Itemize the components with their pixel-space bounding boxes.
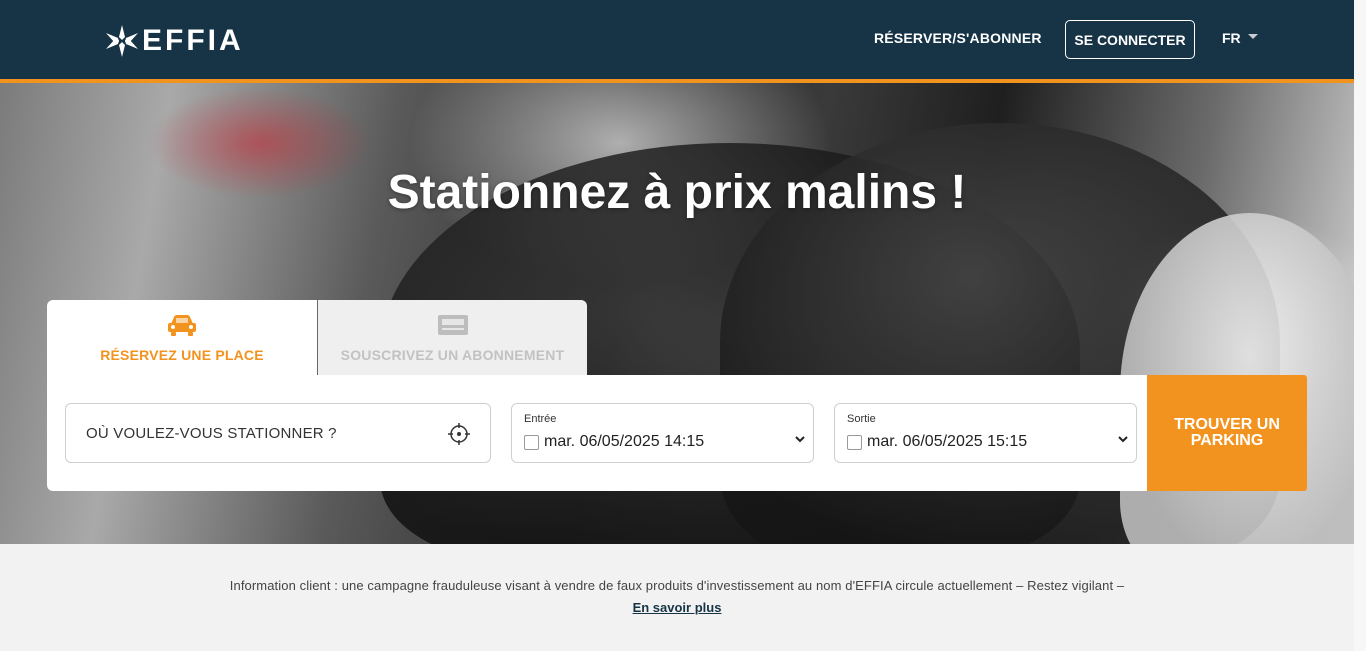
exit-datetime-select[interactable]: Sortie mar. 06/05/2025 15:15 <box>834 403 1137 463</box>
learn-more-link[interactable]: En savoir plus <box>633 600 722 615</box>
location-input[interactable] <box>86 424 446 442</box>
language-selector[interactable]: FR <box>1222 30 1258 46</box>
exit-label: Sortie <box>847 413 876 425</box>
tab-reserve-label: RÉSERVEZ UNE PLACE <box>100 347 264 363</box>
subscription-card-icon <box>437 315 468 335</box>
find-parking-label: TROUVER UN PARKING <box>1174 416 1280 449</box>
tab-reserve-place[interactable]: RÉSERVEZ UNE PLACE <box>47 300 317 375</box>
language-label: FR <box>1222 30 1241 46</box>
exit-value-row: mar. 06/05/2025 15:15 <box>847 433 1027 451</box>
calendar-icon <box>524 434 539 450</box>
entry-value-row: mar. 06/05/2025 14:15 <box>524 433 704 451</box>
nav-reserve-subscribe-link[interactable]: RÉSERVER/S'ABONNER <box>874 30 1042 46</box>
info-link-container: En savoir plus <box>0 599 1354 617</box>
geolocation-target-icon[interactable] <box>448 423 470 445</box>
car-icon <box>168 315 196 336</box>
site-header: EFFIA RÉSERVER/S'ABONNER SE CONNECTER FR <box>0 0 1354 79</box>
hero-title: Stationnez à prix malins ! <box>387 166 967 219</box>
entry-datetime-value: mar. 06/05/2025 14:15 <box>544 433 705 450</box>
tab-subscription-label: SOUSCRIVEZ UN ABONNEMENT <box>340 347 565 363</box>
tab-subscription[interactable]: SOUSCRIVEZ UN ABONNEMENT <box>318 300 587 375</box>
chevron-down-icon <box>1118 436 1128 443</box>
fraud-info-text: Information client : une campagne fraudu… <box>229 578 1125 593</box>
entry-datetime-select[interactable]: Entrée mar. 06/05/2025 14:15 <box>511 403 814 463</box>
star-logo-icon <box>106 25 138 57</box>
find-parking-button[interactable]: TROUVER UN PARKING <box>1147 375 1307 491</box>
login-button[interactable]: SE CONNECTER <box>1065 20 1195 59</box>
entry-label: Entrée <box>524 413 557 425</box>
chevron-down-icon <box>795 436 805 443</box>
page-scrollbar[interactable] <box>1354 0 1366 651</box>
effia-logo[interactable]: EFFIA <box>104 24 244 58</box>
caret-down-icon <box>1247 33 1258 39</box>
calendar-icon <box>847 434 862 450</box>
logo-text: EFFIA <box>142 24 244 57</box>
location-search-field[interactable] <box>65 403 491 463</box>
exit-datetime-value: mar. 06/05/2025 15:15 <box>867 433 1028 450</box>
